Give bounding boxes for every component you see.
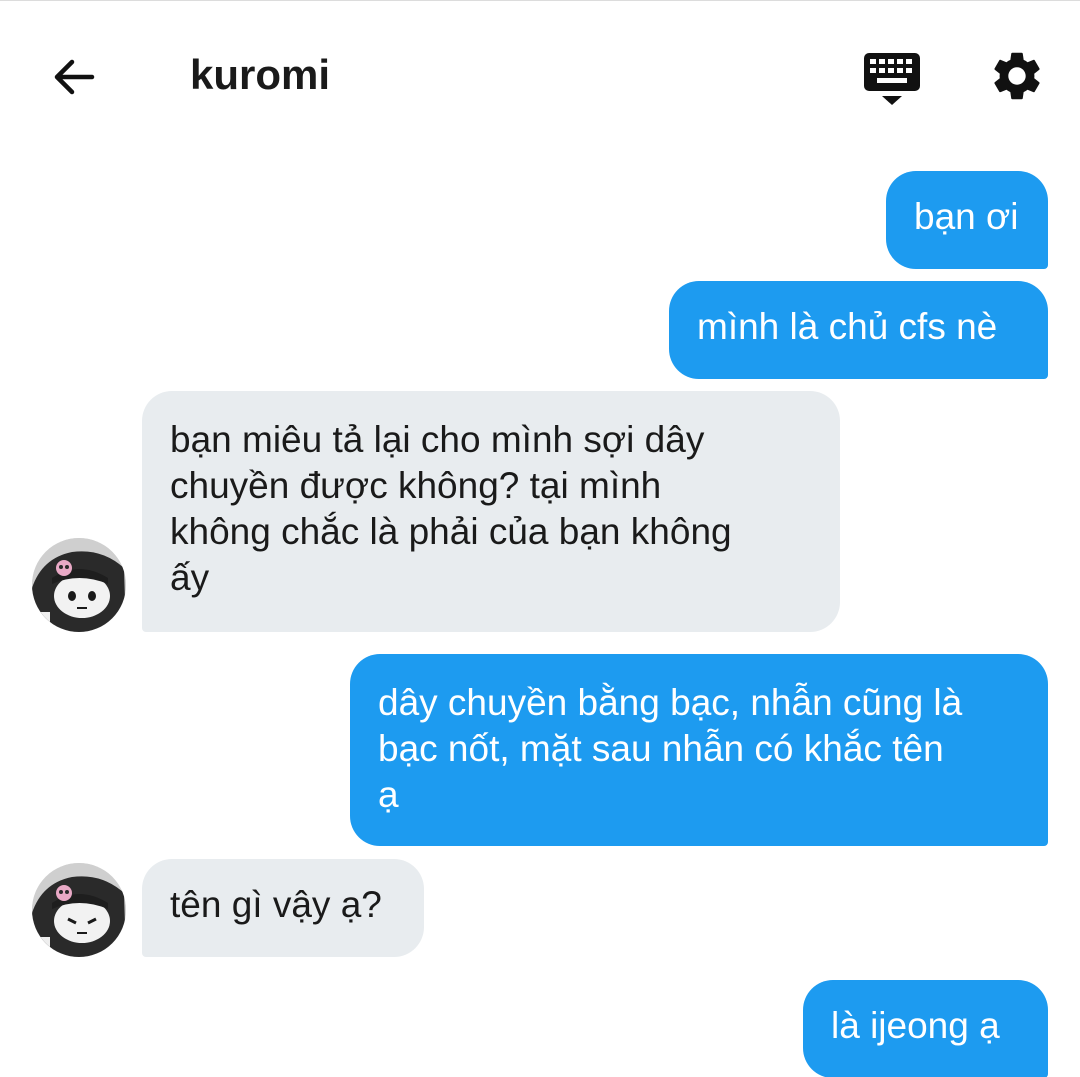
chat-header: kuromi [0,1,1080,151]
conversation-title: kuromi [190,51,331,98]
chat-screen: kuromi bạn ơi mình là chủ cfs nè bạn miê… [0,0,1080,1077]
message-text: là ijeong ạ [831,1005,1000,1046]
message-bubble-incoming[interactable]: tên gì vậy ạ? [142,859,424,957]
avatar[interactable] [32,538,126,632]
message-text-line: bạc nốt, mặt sau nhẫn có khắc tên [378,728,944,769]
avatar[interactable] [32,863,126,957]
message-text-line: dây chuyền bằng bạc, nhẫn cũng là [378,682,963,723]
message-bubble-incoming[interactable]: bạn miêu tả lại cho mình sợi dây chuyền … [142,391,840,632]
settings-button[interactable] [988,47,1046,105]
message-text-line: ấy [170,557,210,598]
message-text: tên gì vậy ạ? [170,884,382,925]
keyboard-icon [864,53,920,105]
message-text-line: không chắc là phải của bạn không [170,511,732,552]
kuromi-avatar-image [32,863,126,957]
message-text-line: ạ [378,774,399,815]
message-bubble-outgoing[interactable]: bạn ơi [886,171,1048,269]
back-button[interactable] [48,51,100,103]
message-text: bạn ơi [914,196,1019,237]
keyboard-toggle-button[interactable] [860,49,924,109]
arrow-back-icon [54,59,95,95]
message-bubble-outgoing[interactable]: dây chuyền bằng bạc, nhẫn cũng là bạc nố… [350,654,1048,846]
message-text-line: chuyền được không? tại mình [170,465,662,506]
kuromi-avatar-image [32,538,126,632]
gear-icon [994,52,1040,100]
message-bubble-outgoing[interactable]: là ijeong ạ [803,980,1048,1077]
message-text: mình là chủ cfs nè [697,306,998,347]
message-bubble-outgoing[interactable]: mình là chủ cfs nè [669,281,1048,379]
message-text-line: bạn miêu tả lại cho mình sợi dây [170,419,705,460]
